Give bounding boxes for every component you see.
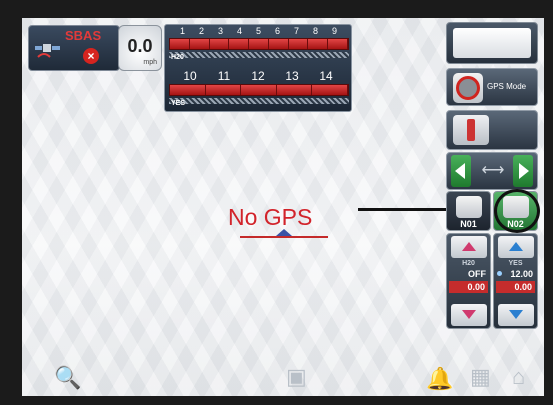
guidance-shift-control: ⟷ <box>446 152 538 190</box>
grid-icon[interactable]: ▦ <box>470 364 491 390</box>
rate-target: 12.00 <box>510 269 533 279</box>
speedometer: 0.0 mph <box>118 25 162 71</box>
speed-unit: mph <box>143 59 157 66</box>
search-icon[interactable]: 🔍 <box>54 365 81 391</box>
boom-icon[interactable]: ▣ <box>286 364 307 390</box>
rate-up-button[interactable] <box>451 236 487 258</box>
rate-status: OFF <box>468 269 486 279</box>
guidance-line <box>240 236 328 238</box>
shift-left-button[interactable] <box>451 155 471 187</box>
section-tag-row1: H20 <box>171 54 184 61</box>
autosteer-button[interactable] <box>446 110 538 150</box>
annotation-circle <box>494 189 540 233</box>
section-number: 8 <box>312 26 318 36</box>
no-signal-icon: × <box>83 48 99 64</box>
section-number: 2 <box>198 26 204 36</box>
section-bar-row1[interactable] <box>169 38 349 50</box>
section-number: 6 <box>274 26 280 36</box>
section-number: 10 <box>183 69 197 83</box>
section-number: 11 <box>217 69 231 83</box>
section-numbers-row1: 1 2 3 4 5 6 7 8 9 <box>173 26 344 36</box>
section-numbers-row2: 10 11 12 13 14 <box>173 69 343 83</box>
section-number: 9 <box>331 26 337 36</box>
valve-icon <box>456 196 482 218</box>
rate-name: H20 <box>462 260 475 267</box>
section-number: 7 <box>293 26 299 36</box>
rate-down-button[interactable] <box>451 304 487 326</box>
rate-value: 0.00 <box>449 281 488 293</box>
vehicle-icon <box>276 229 292 236</box>
section-hatch-row2 <box>169 98 349 104</box>
section-tag-row2: YES <box>171 100 186 107</box>
section-number: 3 <box>217 26 223 36</box>
gps-mode-icon <box>453 73 483 103</box>
satellite-icon <box>35 44 60 58</box>
rate-control-yes: YES 12.00 0.00 <box>493 233 538 329</box>
shift-right-button[interactable] <box>513 155 533 187</box>
section-control-bar[interactable]: 1 2 3 4 5 6 7 8 9 H20 10 11 12 13 14 YES <box>164 24 352 112</box>
rate-control-h20: H20 OFF 0.00 <box>446 233 491 329</box>
section-number: 14 <box>319 69 333 83</box>
steering-icon <box>453 115 489 145</box>
sbas-label: SBAS <box>65 28 102 43</box>
section-number: 4 <box>236 26 242 36</box>
gps-mode-label: GPS Mode <box>487 82 527 91</box>
section-number: 5 <box>255 26 261 36</box>
gps-status-widget[interactable]: SBAS × <box>28 25 120 71</box>
section-number: 13 <box>285 69 299 83</box>
product-label: N01 <box>460 219 477 229</box>
section-hatch-row1 <box>169 52 349 58</box>
product-n01-button[interactable]: N01 <box>446 191 491 231</box>
shift-icon: ⟷ <box>481 162 505 179</box>
mini-view-display <box>453 28 531 58</box>
display-screen: SBAS × 0.0 mph 1 2 3 4 5 6 7 8 9 H20 10 … <box>22 18 544 396</box>
section-bar-row2[interactable] <box>169 84 349 96</box>
active-dot-icon <box>497 271 502 276</box>
mini-view-button[interactable] <box>446 22 538 64</box>
rate-down-button[interactable] <box>498 304 534 326</box>
bell-icon[interactable]: 🔔 <box>426 366 453 392</box>
rate-name: YES <box>508 260 523 267</box>
rate-value: 0.00 <box>496 281 535 293</box>
rate-up-button[interactable] <box>498 236 534 258</box>
no-gps-message: No GPS <box>228 204 313 230</box>
gps-mode-button[interactable]: GPS Mode <box>446 68 538 106</box>
home-icon[interactable]: ⌂ <box>512 364 525 390</box>
speed-value: 0.0 <box>127 36 153 56</box>
section-number: 1 <box>179 26 185 36</box>
section-number: 12 <box>251 69 265 83</box>
